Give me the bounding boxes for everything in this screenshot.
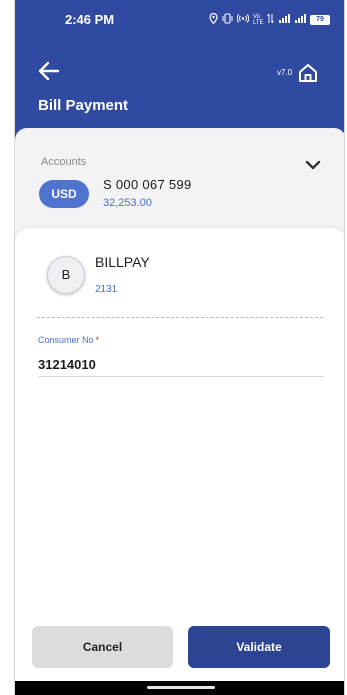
- signal-icon: [294, 13, 306, 27]
- back-button[interactable]: [37, 60, 61, 82]
- consumer-no-label-text: Consumer No: [38, 335, 94, 345]
- home-icon: [299, 64, 317, 82]
- chevron-down-icon[interactable]: [305, 158, 321, 170]
- validate-button[interactable]: Validate: [188, 626, 330, 668]
- biller-name: BILLPAY: [95, 254, 150, 270]
- system-nav-bar: [15, 681, 344, 695]
- accounts-label: Accounts: [41, 156, 87, 168]
- biller-code: 2131: [95, 284, 118, 295]
- hotspot-icon: [236, 13, 250, 27]
- status-time: 2:46 PM: [65, 12, 115, 27]
- battery-icon: 79: [310, 15, 330, 25]
- divider: [37, 317, 323, 318]
- consumer-no-input[interactable]: [38, 353, 324, 377]
- page-title: Bill Payment: [38, 97, 129, 114]
- home-button[interactable]: [297, 62, 319, 84]
- data-arrows-icon: [267, 13, 274, 27]
- cancel-button[interactable]: Cancel: [32, 626, 173, 668]
- vibrate-icon: [222, 13, 233, 27]
- volte-icon: Vo LTE: [253, 14, 264, 26]
- home-gesture-handle[interactable]: [147, 686, 215, 689]
- location-icon: [209, 12, 218, 27]
- status-bar: 2:46 PM Vo LTE 79: [15, 0, 344, 40]
- biller-avatar: B: [47, 256, 85, 294]
- arrow-left-icon: [38, 61, 60, 81]
- app-frame: 2:46 PM Vo LTE 79 v7.0 Bill Payment Acco…: [14, 0, 345, 695]
- account-number: S 000 067 599: [103, 177, 192, 192]
- status-icons: Vo LTE 79: [209, 12, 330, 27]
- consumer-no-label: Consumer No *: [38, 335, 99, 345]
- currency-badge: USD: [39, 180, 89, 208]
- app-version: v7.0: [277, 68, 293, 77]
- bill-details-card: [15, 228, 344, 695]
- required-mark: *: [95, 335, 100, 345]
- account-balance: 32,253.00: [103, 197, 152, 209]
- signal-icon: [278, 13, 290, 27]
